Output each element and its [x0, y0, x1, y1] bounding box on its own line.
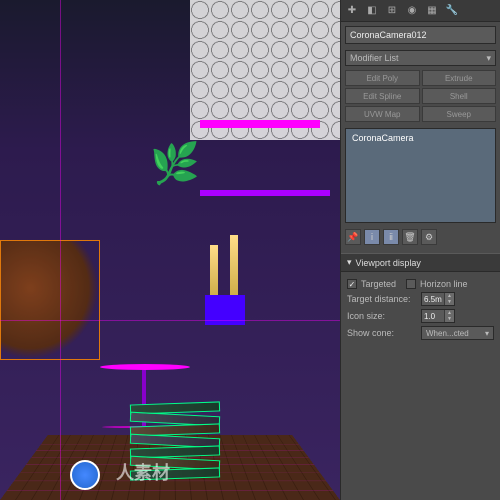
- viewport-display-rollout-header[interactable]: ▾ Viewport display: [341, 253, 500, 272]
- wireframe-line: [0, 320, 340, 321]
- chevron-down-icon: ▾: [486, 53, 491, 64]
- watermark-text: 人素材: [116, 459, 170, 485]
- show-end-result-icon[interactable]: ⅰ: [364, 229, 380, 245]
- edit-spline-button[interactable]: Edit Spline: [345, 88, 420, 104]
- stack-toolbar: 📌 ⅰ ⅱ 🗑 ⚙: [345, 229, 496, 245]
- modifier-list-label: Modifier List: [350, 53, 399, 63]
- modifier-stack[interactable]: CoronaCamera: [345, 128, 496, 223]
- motion-tab-icon[interactable]: ◉: [405, 4, 419, 18]
- create-tab-icon[interactable]: ✚: [345, 4, 359, 18]
- candle-mesh-1: [210, 245, 218, 300]
- sweep-button[interactable]: Sweep: [422, 106, 497, 122]
- spinner-down-icon[interactable]: ▼: [444, 316, 454, 322]
- stack-item-camera[interactable]: CoronaCamera: [348, 131, 493, 145]
- command-panel-tabs: ✚ ◧ ⊞ ◉ ▦ 🔧: [341, 0, 500, 22]
- targeted-label: Targeted: [361, 279, 396, 289]
- chevron-down-icon: ▾: [485, 329, 489, 338]
- modifier-buttons-grid: Edit Poly Extrude Edit Spline Shell UVW …: [341, 68, 500, 124]
- configure-sets-icon[interactable]: ⚙: [421, 229, 437, 245]
- collapse-arrow-icon: ▾: [347, 257, 352, 268]
- display-tab-icon[interactable]: ▦: [425, 4, 439, 18]
- target-distance-label: Target distance:: [347, 294, 417, 304]
- horizon-line-checkbox[interactable]: [406, 279, 416, 289]
- remove-modifier-icon[interactable]: 🗑: [402, 229, 418, 245]
- icon-size-label: Icon size:: [347, 311, 417, 321]
- extrude-button[interactable]: Extrude: [422, 70, 497, 86]
- pin-stack-icon[interactable]: 📌: [345, 229, 361, 245]
- targeted-checkbox[interactable]: ✓: [347, 279, 357, 289]
- candle-mesh-2: [230, 235, 238, 300]
- object-name-text: CoronaCamera012: [350, 30, 427, 40]
- hex-wall-mesh: [190, 0, 340, 140]
- show-cone-value: When...cted: [426, 329, 469, 338]
- hierarchy-tab-icon[interactable]: ⊞: [385, 4, 399, 18]
- uvw-map-button[interactable]: UVW Map: [345, 106, 420, 122]
- utilities-tab-icon[interactable]: 🔧: [445, 4, 459, 18]
- table-mesh: [100, 364, 190, 370]
- object-name-field[interactable]: CoronaCamera012: [345, 26, 496, 44]
- shell-button[interactable]: Shell: [422, 88, 497, 104]
- show-cone-dropdown[interactable]: When...cted ▾: [421, 326, 494, 340]
- target-distance-spinner[interactable]: 6.5m ▲▼: [421, 292, 455, 306]
- viewport-3d[interactable]: 人素材: [0, 0, 340, 500]
- shelf-mesh-2: [200, 190, 330, 196]
- horizon-line-label: Horizon line: [420, 279, 468, 289]
- chair-mesh: [0, 240, 100, 360]
- icon-size-value: 1.0: [422, 310, 444, 322]
- command-panel: ✚ ◧ ⊞ ◉ ▦ 🔧 CoronaCamera012 Modifier Lis…: [340, 0, 500, 500]
- modifier-list-dropdown[interactable]: Modifier List ▾: [345, 50, 496, 66]
- shelf-mesh: [200, 120, 320, 128]
- icon-size-spinner[interactable]: 1.0 ▲▼: [421, 309, 455, 323]
- plant-mesh: [150, 140, 190, 220]
- rollout-title: Viewport display: [356, 258, 421, 268]
- wireframe-line: [60, 0, 61, 500]
- viewport-display-rollout-body: ✓ Targeted Horizon line Target distance:…: [341, 272, 500, 347]
- make-unique-icon[interactable]: ⅱ: [383, 229, 399, 245]
- edit-poly-button[interactable]: Edit Poly: [345, 70, 420, 86]
- target-distance-value: 6.5m: [422, 293, 444, 305]
- spinner-down-icon[interactable]: ▼: [444, 299, 454, 305]
- watermark-logo: [70, 460, 100, 490]
- modify-tab-icon[interactable]: ◧: [365, 4, 379, 18]
- show-cone-label: Show cone:: [347, 328, 417, 338]
